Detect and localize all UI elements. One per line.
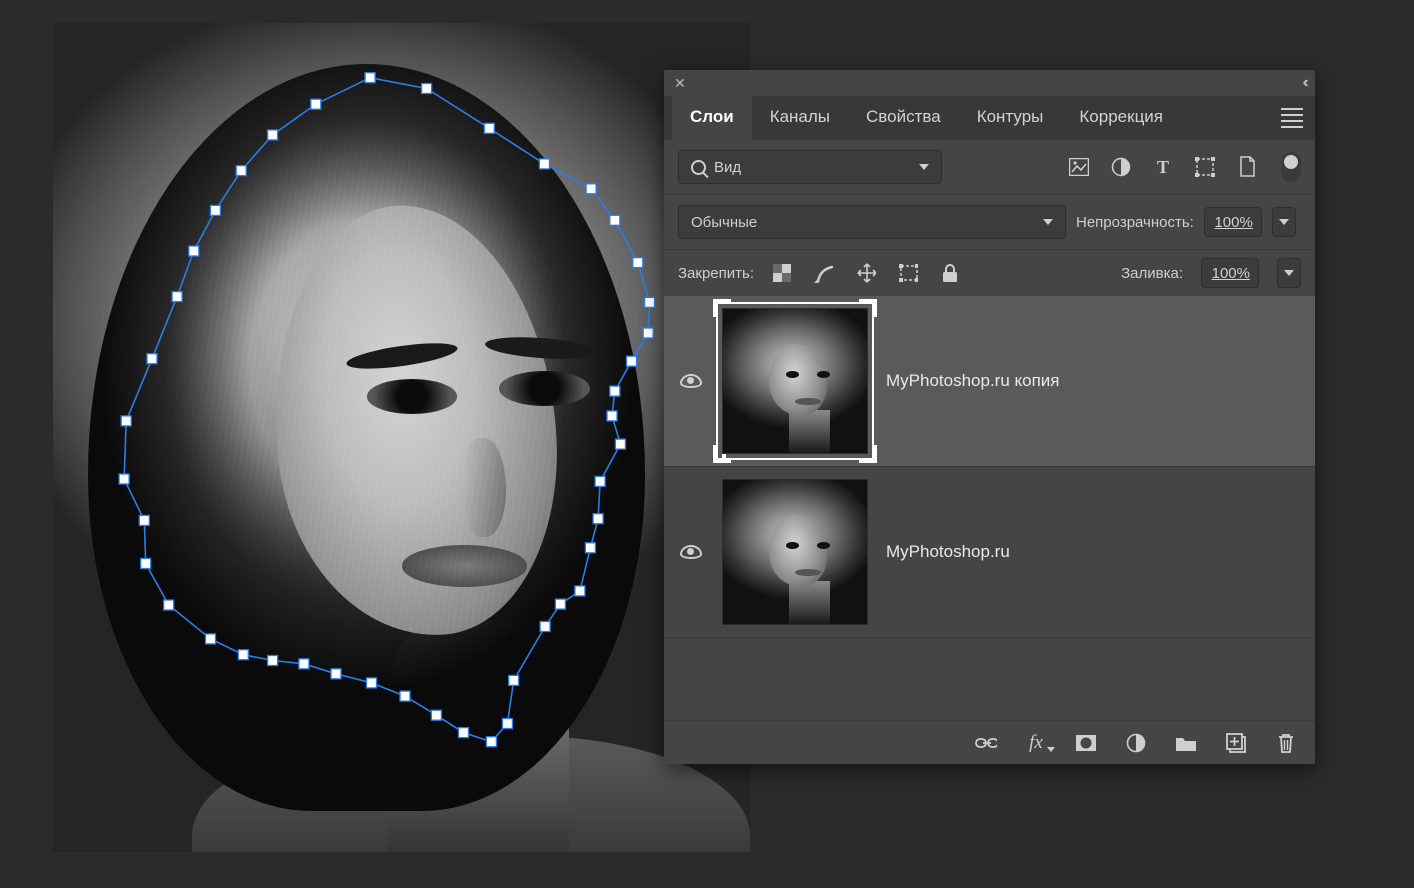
tab-контуры[interactable]: Контуры (959, 96, 1062, 140)
new-layer-icon[interactable] (1225, 732, 1247, 754)
lock-pixels-icon[interactable] (814, 263, 834, 283)
layer-name[interactable]: MyPhotoshop.ru копия (886, 371, 1060, 391)
chevron-down-icon (1043, 219, 1053, 225)
blend-mode-value: Обычные (691, 214, 757, 231)
group-icon[interactable] (1175, 732, 1197, 754)
filter-row: Вид T (664, 140, 1315, 194)
mask-icon[interactable] (1075, 732, 1097, 754)
adjustment-filter-icon[interactable] (1111, 157, 1131, 177)
tab-свойства[interactable]: Свойства (848, 96, 959, 140)
document-canvas[interactable] (53, 23, 750, 852)
filter-toggle-switch[interactable] (1281, 152, 1301, 182)
fill-stepper[interactable] (1277, 258, 1301, 288)
opacity-stepper[interactable] (1272, 207, 1296, 237)
layer-row[interactable]: MyPhotoshop.ru копия (664, 296, 1315, 467)
lock-position-icon[interactable] (856, 263, 876, 283)
panel-footer: fx (664, 720, 1315, 764)
fill-value[interactable]: 100% (1201, 258, 1259, 288)
layers-list: MyPhotoshop.ru копия MyPhotoshop.ru (664, 296, 1315, 720)
visibility-toggle[interactable] (678, 539, 704, 565)
opacity-label: Непрозрачность: (1076, 214, 1194, 231)
smartobject-filter-icon[interactable] (1237, 157, 1257, 177)
panel-menu-icon[interactable] (1281, 107, 1303, 129)
lock-row: Закрепить: Заливка: 100% (664, 250, 1315, 296)
adjustment-layer-icon[interactable] (1125, 732, 1147, 754)
lock-transparency-icon[interactable] (772, 263, 792, 283)
eye-icon (680, 374, 702, 388)
image-filter-icon[interactable] (1069, 157, 1089, 177)
shape-filter-icon[interactable] (1195, 157, 1215, 177)
filter-type-icons: T (1069, 157, 1257, 177)
fx-icon[interactable]: fx (1025, 732, 1047, 754)
type-filter-icon[interactable]: T (1153, 157, 1173, 177)
blend-mode-dropdown[interactable]: Обычные (678, 205, 1066, 239)
layer-name[interactable]: MyPhotoshop.ru (886, 542, 1010, 562)
layer-filter-dropdown[interactable]: Вид (678, 150, 942, 184)
chevron-down-icon (1279, 219, 1289, 225)
lock-label: Закрепить: (678, 265, 754, 282)
layer-thumbnail[interactable] (722, 308, 868, 454)
tab-каналы[interactable]: Каналы (752, 96, 848, 140)
tab-слои[interactable]: Слои (672, 96, 752, 140)
photo-hair-strands (53, 23, 750, 852)
panel-tabs: СлоиКаналыСвойстваКонтурыКоррекция (664, 96, 1315, 140)
chevron-down-icon (919, 164, 929, 170)
collapse-icon[interactable]: ‹‹ (1302, 74, 1305, 92)
trash-icon[interactable] (1275, 732, 1297, 754)
eye-icon (680, 545, 702, 559)
chevron-down-icon (1284, 270, 1294, 276)
layer-row[interactable]: MyPhotoshop.ru (664, 467, 1315, 638)
link-icon[interactable] (975, 732, 997, 754)
layer-thumbnail[interactable] (722, 479, 868, 625)
blend-row: Обычные Непрозрачность: 100% (664, 194, 1315, 250)
opacity-value[interactable]: 100% (1204, 207, 1262, 237)
search-icon (691, 160, 706, 175)
filter-label: Вид (714, 159, 741, 176)
lock-all-icon[interactable] (940, 263, 960, 283)
visibility-toggle[interactable] (678, 368, 704, 394)
layers-panel: ✕ ‹‹ СлоиКаналыСвойстваКонтурыКоррекция … (664, 70, 1315, 764)
close-icon[interactable]: ✕ (674, 75, 686, 92)
lock-artboard-icon[interactable] (898, 263, 918, 283)
fill-label: Заливка: (1121, 265, 1183, 282)
panel-titlebar[interactable]: ✕ ‹‹ (664, 70, 1315, 96)
tab-коррекция[interactable]: Коррекция (1061, 96, 1181, 140)
